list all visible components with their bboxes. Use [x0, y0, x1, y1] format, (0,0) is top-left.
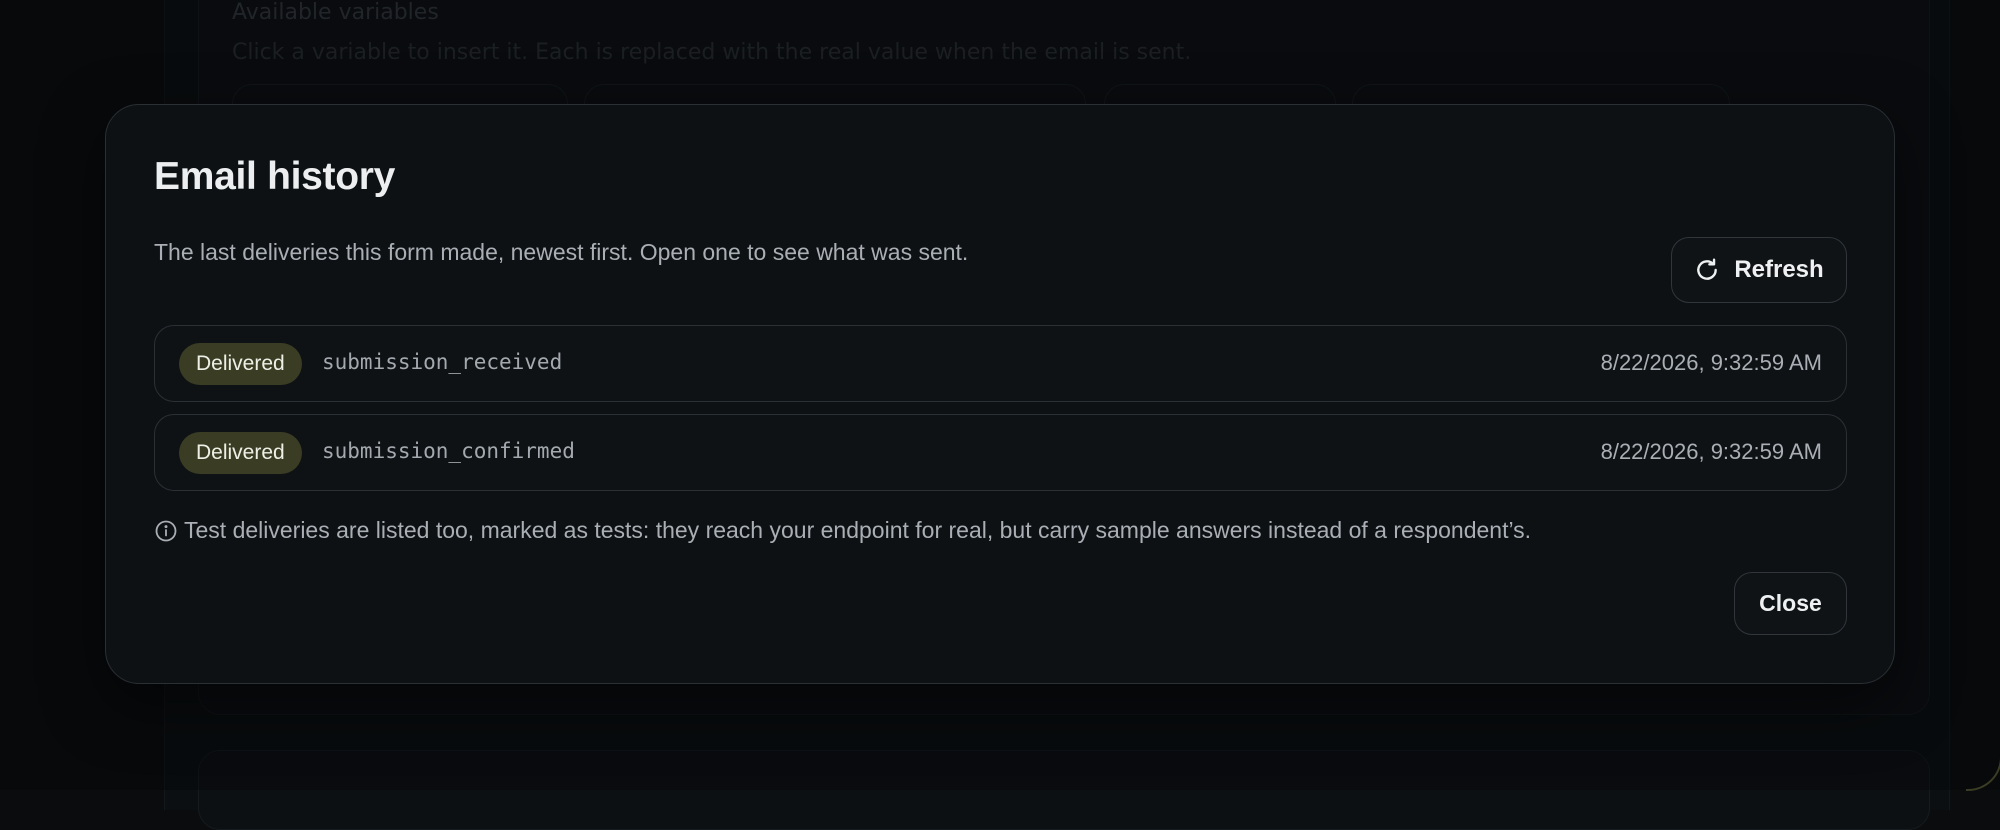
note-text: Test deliveries are listed too, marked a… — [184, 517, 1532, 543]
refresh-button-label: Refresh — [1734, 256, 1824, 283]
delivery-event-name: submission_received — [322, 350, 563, 374]
refresh-icon — [1697, 258, 1718, 280]
delivery-row[interactable]: Delivered submission_received 8/22/2026,… — [154, 325, 1847, 402]
info-icon — [155, 520, 177, 541]
email-history-dialog: Email history The last deliveries this f… — [105, 104, 2000, 791]
status-badge: Delivered — [179, 432, 302, 474]
refresh-button[interactable]: Refresh — [1671, 237, 1847, 303]
close-button[interactable]: Close — [1734, 572, 1847, 635]
delivery-event-name: submission_confirmed — [322, 439, 575, 463]
status-badge: Delivered — [179, 343, 302, 385]
delivery-list: Delivered submission_received 8/22/2026,… — [154, 325, 1847, 503]
dialog-title: Email history — [154, 155, 396, 198]
test-deliveries-note: Test deliveries are listed too, marked a… — [154, 517, 1531, 544]
delivery-timestamp: 8/22/2026, 9:32:59 AM — [1600, 350, 1822, 375]
delivery-timestamp: 8/22/2026, 9:32:59 AM — [1600, 439, 1822, 464]
delivery-row[interactable]: Delivered submission_confirmed 8/22/2026… — [154, 414, 1847, 491]
dialog-description: The last deliveries this form made, newe… — [154, 239, 969, 265]
